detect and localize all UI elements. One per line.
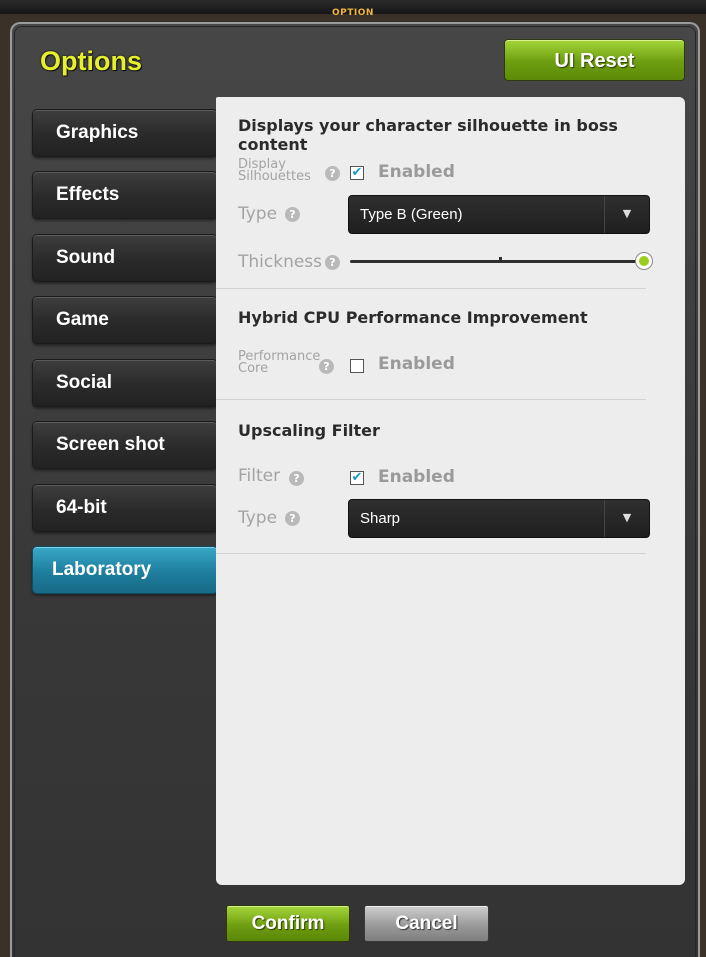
- help-icon[interactable]: ?: [285, 207, 300, 222]
- upscaling-enabled-label: Enabled: [378, 467, 455, 487]
- sidebar-item-effects[interactable]: Effects: [32, 171, 218, 219]
- upscaling-type-dropdown[interactable]: Sharp ▼: [348, 499, 650, 538]
- upscaling-type-label: Type: [238, 508, 278, 528]
- filter-label: Filter: [238, 466, 281, 486]
- section-divider: [216, 399, 646, 400]
- help-icon[interactable]: ?: [319, 359, 334, 374]
- sidebar-item-laboratory[interactable]: Laboratory: [32, 546, 218, 594]
- confirm-button[interactable]: Confirm: [226, 905, 350, 942]
- thickness-slider-handle[interactable]: [635, 252, 653, 270]
- help-icon[interactable]: ?: [325, 255, 340, 270]
- options-title: Options: [40, 46, 142, 76]
- display-silhouettes-label: Display Silhouettes: [238, 158, 311, 184]
- upscaling-enabled-checkbox[interactable]: ✔: [350, 471, 364, 485]
- window-titlebar: OPTION: [0, 0, 706, 18]
- silhouette-type-dropdown[interactable]: Type B (Green) ▼: [348, 195, 650, 234]
- silhouette-enabled-label: Enabled: [378, 162, 455, 182]
- cancel-button[interactable]: Cancel: [364, 905, 489, 942]
- ui-reset-button[interactable]: UI Reset: [504, 39, 685, 81]
- thickness-label: Thickness: [238, 252, 323, 272]
- sidebar-item-screen-shot[interactable]: Screen shot: [32, 421, 218, 469]
- silhouette-heading: Displays your character silhouette in bo…: [238, 116, 618, 154]
- performance-core-checkbox[interactable]: [350, 359, 364, 373]
- settings-panel: Displays your character silhouette in bo…: [216, 97, 685, 885]
- help-icon[interactable]: ?: [285, 511, 300, 526]
- performance-core-enabled-label: Enabled: [378, 354, 455, 374]
- upscaling-type-value: Sharp: [360, 510, 401, 527]
- silhouette-type-label: Type: [238, 204, 278, 224]
- help-icon[interactable]: ?: [325, 166, 340, 181]
- sidebar-item-game[interactable]: Game: [32, 296, 218, 344]
- chevron-down-icon[interactable]: ▼: [604, 500, 649, 537]
- display-silhouettes-label-line2: Silhouettes: [238, 169, 311, 184]
- chevron-down-icon[interactable]: ▼: [604, 196, 649, 233]
- silhouette-enabled-checkbox[interactable]: ✔: [350, 166, 364, 180]
- performance-core-label: Performance Core: [238, 350, 320, 376]
- sidebar-item-64-bit[interactable]: 64-bit: [32, 484, 218, 532]
- sidebar-item-social[interactable]: Social: [32, 359, 218, 407]
- sidebar-item-sound[interactable]: Sound: [32, 234, 218, 282]
- thickness-slider-tick: [499, 257, 502, 261]
- performance-core-label-line2: Core: [238, 361, 269, 376]
- upscaling-heading: Upscaling Filter: [238, 421, 380, 440]
- sidebar-item-graphics[interactable]: Graphics: [32, 109, 218, 157]
- hybrid-cpu-heading: Hybrid CPU Performance Improvement: [238, 308, 588, 327]
- silhouette-type-value: Type B (Green): [360, 206, 463, 223]
- help-icon[interactable]: ?: [289, 471, 304, 486]
- section-divider: [216, 288, 646, 289]
- window-title: OPTION: [332, 8, 374, 18]
- section-divider: [216, 553, 646, 554]
- thickness-slider-track[interactable]: [350, 260, 645, 263]
